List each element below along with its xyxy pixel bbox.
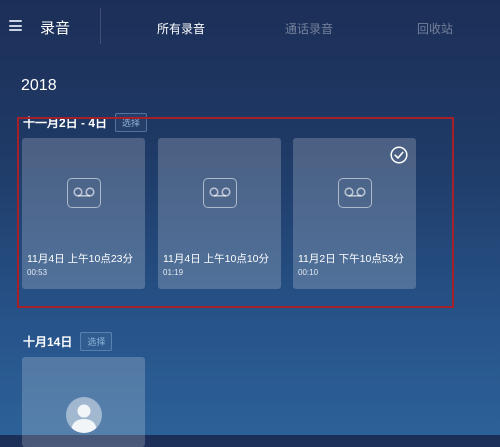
top-bar: 录音 所有录音 通话录音 回收站 <box>0 0 500 54</box>
header-divider <box>100 8 101 44</box>
recording-duration: 00:10 <box>298 268 319 277</box>
year-heading: 2018 <box>21 77 57 94</box>
recording-title: 11月4日 上午10点23分 <box>27 253 134 265</box>
recording-title: 11月2日 下午10点53分 <box>298 253 405 265</box>
contact-avatar-icon <box>66 397 102 433</box>
app-title: 录音 <box>40 20 71 37</box>
recording-card[interactable] <box>22 357 145 447</box>
menu-icon[interactable] <box>9 20 22 31</box>
voicemail-icon <box>203 178 237 208</box>
recording-duration: 00:53 <box>27 268 48 277</box>
tab-all-recordings[interactable]: 所有录音 <box>157 20 205 37</box>
select-button[interactable]: 选择 <box>80 331 113 351</box>
recording-card-selected[interactable]: 11月2日 下午10点53分 00:10 <box>293 138 416 289</box>
checkmark-circle-icon[interactable] <box>390 146 408 164</box>
voicemail-icon <box>67 178 101 208</box>
recording-card[interactable]: 11月4日 上午10点10分 01:19 <box>158 138 281 289</box>
recording-card[interactable]: 11月4日 上午10点23分 00:53 <box>22 138 145 289</box>
group-label: 十月14日 <box>23 334 73 349</box>
voicemail-icon <box>338 178 372 208</box>
group-header-oct: 十月14日 选择 <box>23 331 113 351</box>
tab-recycle-bin[interactable]: 回收站 <box>417 20 453 37</box>
recording-duration: 01:19 <box>163 268 184 277</box>
tab-call-recordings[interactable]: 通话录音 <box>285 20 333 37</box>
recording-title: 11月4日 上午10点10分 <box>163 253 270 265</box>
